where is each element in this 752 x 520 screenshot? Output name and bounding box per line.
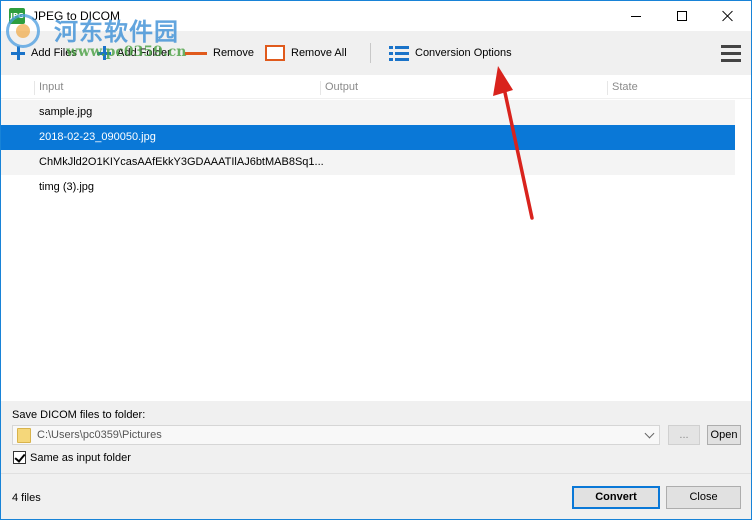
- minimize-icon: [631, 15, 641, 17]
- title-bar[interactable]: JPG JPEG to DICOM: [1, 1, 751, 31]
- chevron-down-icon[interactable]: [645, 430, 655, 440]
- same-as-input-label: Same as input folder: [30, 451, 131, 464]
- table-row[interactable]: ChMkJld2O1KIYcasAAfEkkY3GDAAATIlAJ6btMAB…: [1, 150, 735, 175]
- conversion-options-label: Conversion Options: [415, 47, 512, 59]
- table-row[interactable]: timg (3).jpg: [1, 175, 735, 200]
- add-folder-button[interactable]: Add Folder: [97, 43, 171, 63]
- column-header-input[interactable]: Input: [34, 81, 63, 95]
- row-input: timg (3).jpg: [39, 181, 95, 193]
- convert-button[interactable]: Convert: [572, 486, 660, 509]
- maximize-icon: [677, 11, 687, 21]
- plus-icon: [11, 46, 25, 60]
- toolbar: Add Files Add Folder Remove Remove All C…: [1, 31, 751, 75]
- row-input: ChMkJld2O1KIYcasAAfEkkY3GDAAATIlAJ6btMAB…: [39, 156, 324, 168]
- close-icon: [722, 10, 734, 22]
- save-folder-label: Save DICOM files to folder:: [12, 409, 146, 421]
- remove-button[interactable]: Remove: [185, 43, 254, 63]
- open-folder-button[interactable]: Open: [707, 425, 741, 445]
- add-folder-label: Add Folder: [117, 47, 171, 59]
- files-count: 4 files: [12, 492, 41, 504]
- status-bar: 4 files Convert Close: [1, 473, 751, 519]
- column-header-state[interactable]: State: [607, 81, 638, 95]
- remove-all-label: Remove All: [291, 47, 347, 59]
- add-files-button[interactable]: Add Files: [11, 43, 77, 63]
- folder-path: C:\Users\pc0359\Pictures: [37, 429, 162, 441]
- table-row[interactable]: sample.jpg: [1, 100, 735, 125]
- file-list[interactable]: Input Output State sample.jpg 2018-02-23…: [1, 75, 751, 401]
- remove-label: Remove: [213, 47, 254, 59]
- minimize-button[interactable]: [613, 1, 659, 31]
- row-input: 2018-02-23_090050.jpg: [39, 131, 156, 143]
- plus-icon: [97, 46, 111, 60]
- table-row[interactable]: 2018-02-23_090050.jpg: [1, 125, 735, 150]
- close-button[interactable]: Close: [666, 486, 741, 509]
- column-header-output[interactable]: Output: [320, 81, 358, 95]
- same-as-input-checkbox[interactable]: [13, 451, 26, 464]
- app-window: JPG JPEG to DICOM Add Files Add Folder R…: [0, 0, 752, 520]
- browse-button[interactable]: ...: [668, 425, 700, 445]
- menu-icon[interactable]: [721, 45, 741, 63]
- list-header: Input Output State: [1, 75, 751, 99]
- conversion-options-button[interactable]: Conversion Options: [389, 43, 512, 63]
- folder-icon: [17, 428, 31, 443]
- output-folder-combo[interactable]: C:\Users\pc0359\Pictures: [12, 425, 660, 445]
- row-input: sample.jpg: [39, 106, 93, 118]
- save-panel: Save DICOM files to folder: C:\Users\pc0…: [1, 401, 751, 473]
- close-window-button[interactable]: [705, 1, 751, 31]
- list-icon: [389, 45, 409, 61]
- app-icon: JPG: [9, 8, 25, 24]
- list-rows: sample.jpg 2018-02-23_090050.jpg ChMkJld…: [1, 100, 735, 200]
- remove-all-button[interactable]: Remove All: [265, 43, 347, 63]
- window-title: JPEG to DICOM: [32, 9, 121, 23]
- maximize-button[interactable]: [659, 1, 705, 31]
- same-as-input-option[interactable]: Same as input folder: [13, 451, 131, 464]
- minus-icon: [185, 51, 207, 55]
- toolbar-separator: [370, 43, 371, 63]
- add-files-label: Add Files: [31, 47, 77, 59]
- square-icon: [265, 45, 285, 61]
